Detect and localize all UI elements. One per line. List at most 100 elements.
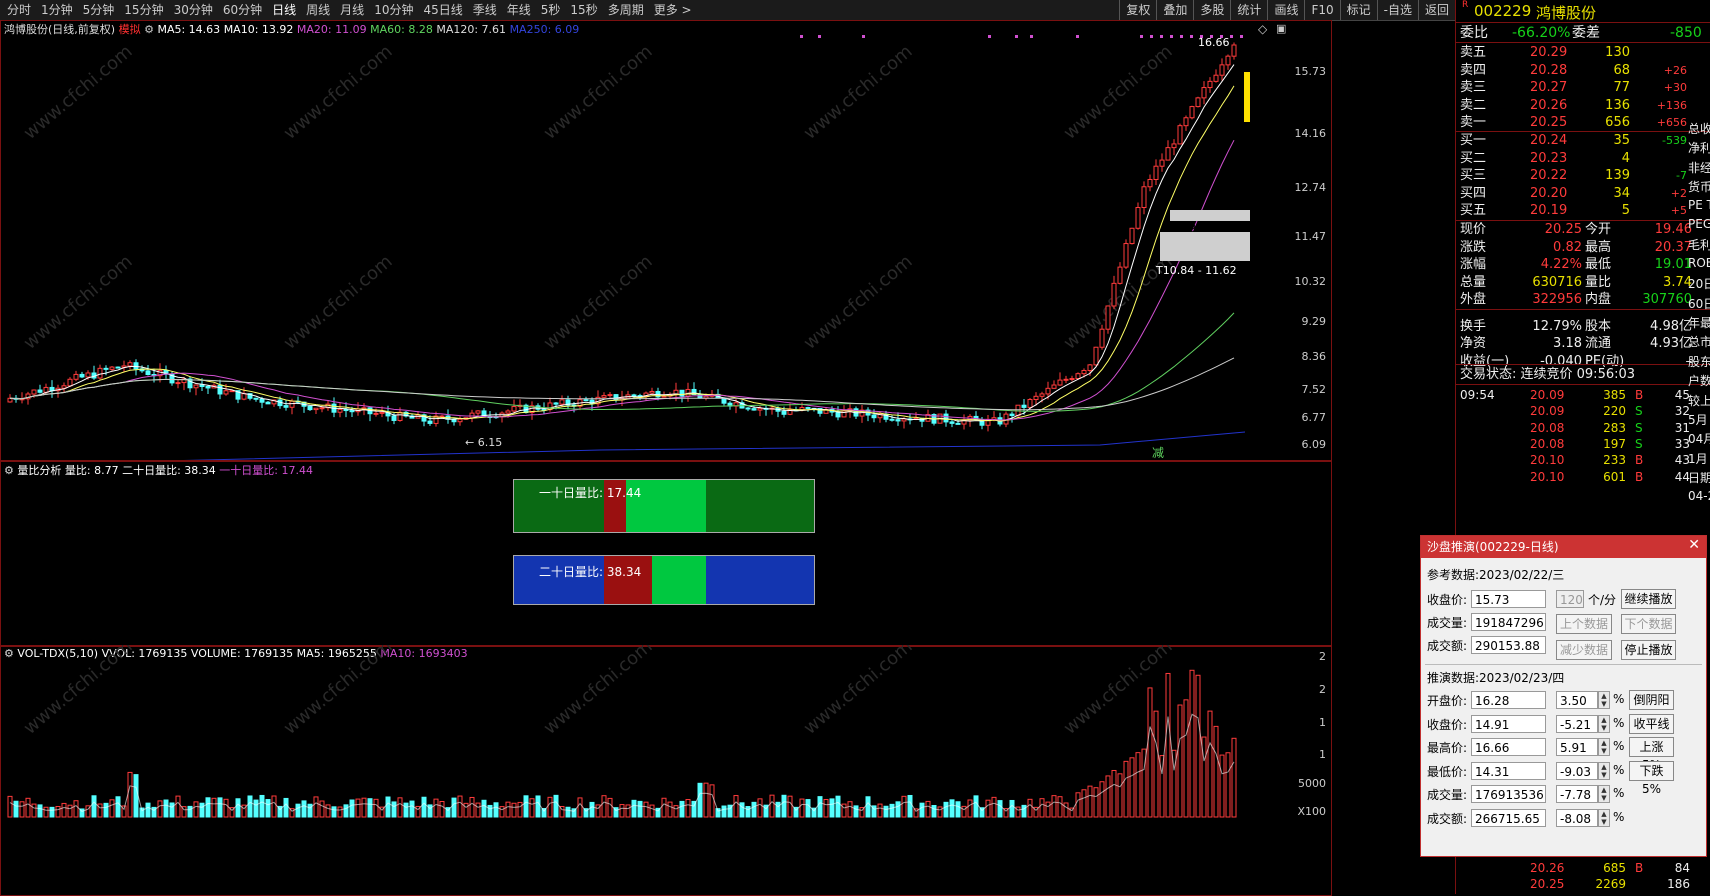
tab-period-12[interactable]: 年线 (502, 2, 536, 18)
tick-side: B (1635, 469, 1644, 484)
ref-close-field[interactable]: 15.73 (1471, 590, 1546, 608)
sim-action-button[interactable]: 倒阴阳 (1629, 690, 1674, 710)
stop-button[interactable]: 停止播放 (1621, 640, 1676, 660)
sim-value-field[interactable]: 16.28 (1471, 691, 1546, 709)
spin-stepper[interactable]: ▲ ▼ (1598, 785, 1610, 803)
tab-period-11[interactable]: 季线 (468, 2, 502, 18)
tab-period-0[interactable]: 分时 (2, 2, 36, 18)
volume-unit: X100 (1297, 805, 1326, 818)
tab-period-15[interactable]: 多周期 (603, 2, 649, 18)
sim-action-button[interactable]: 上涨5% (1629, 737, 1674, 772)
tab-period-5[interactable]: 60分钟 (218, 2, 267, 18)
tab-period-14[interactable]: 15秒 (565, 2, 602, 18)
continue-button[interactable]: 继续播放 (1621, 589, 1676, 609)
candle-body (1093, 346, 1099, 366)
tab-period-7[interactable]: 周线 (301, 2, 335, 18)
quote-header: R 002229 鸿博股份 (1456, 0, 1710, 23)
volume-bar (997, 800, 1003, 818)
tab-period-6[interactable]: 日线 (267, 2, 301, 18)
signal-dot (1030, 35, 1033, 38)
tick-volume: 197 (1603, 436, 1626, 451)
kline-chart[interactable]: www.cfchi.com www.cfchi.com www.cfchi.com w… (0, 20, 1330, 460)
candle-body (1153, 165, 1159, 180)
ref-vol-field[interactable]: 191847296 (1471, 613, 1546, 631)
tab-period-16[interactable]: 更多 > (649, 2, 697, 18)
tab-function-4[interactable]: 画线 (1267, 0, 1304, 20)
book-price: 20.24 (1530, 133, 1568, 148)
tab-period-10[interactable]: 45日线 (418, 2, 467, 18)
sim-value-field[interactable]: 16.66 (1471, 738, 1546, 756)
sim-pct-field[interactable]: -9.03 (1556, 761, 1598, 780)
sim-value-field[interactable]: 176913536 (1471, 785, 1546, 803)
watermark: www.cfchi.com (280, 41, 397, 144)
candle-body (79, 373, 85, 378)
volume-bar (757, 798, 763, 818)
sim-label: 推演数据: (1427, 671, 1480, 685)
tab-period-3[interactable]: 15分钟 (119, 2, 168, 18)
spin-stepper[interactable]: ▲ ▼ (1598, 714, 1610, 733)
tick-row: 20.08 283 S 31 (1460, 419, 1710, 437)
less-data-button[interactable]: 减少数据 (1556, 640, 1612, 660)
volume-bar (883, 805, 889, 818)
tick-count: 33 (1674, 436, 1690, 451)
tick-price: 20.25 (1530, 877, 1565, 891)
candle-body (1027, 399, 1033, 408)
signal-dot (1170, 35, 1173, 38)
book-label: 买三 (1460, 168, 1487, 183)
sim-pct-field[interactable]: 5.91 (1556, 738, 1598, 756)
spin-stepper[interactable]: ▲ ▼ (1598, 691, 1610, 709)
ma10-line (9, 85, 1235, 422)
spin-stepper[interactable]: ▲ ▼ (1598, 808, 1610, 827)
candle-body (1213, 74, 1219, 82)
ref-amt-field[interactable]: 290153.88 (1471, 636, 1546, 654)
sim-action-button[interactable]: 下跌5% (1629, 760, 1674, 796)
ratio-bar-20-label: 二十日量比: 38.34 (539, 565, 642, 579)
tab-function-8[interactable]: 返回 (1417, 0, 1455, 20)
tab-period-8[interactable]: 月线 (335, 2, 369, 18)
sim-pct-field[interactable]: 3.50 (1556, 691, 1598, 709)
volume-bar (265, 799, 271, 818)
candle-body (781, 410, 787, 415)
sim-pct-field[interactable]: -8.08 (1556, 808, 1598, 827)
volume-bar (901, 795, 907, 818)
tab-function-5[interactable]: F10 (1304, 0, 1339, 20)
tab-function-6[interactable]: 标记 (1339, 0, 1377, 20)
book-label: 买五 (1460, 203, 1487, 218)
weibi-value: -66.20% (1512, 25, 1571, 41)
gear-icon[interactable]: ⚙ (4, 464, 14, 477)
weicha-label: 委差 (1572, 25, 1600, 41)
book-label: 卖三 (1460, 80, 1487, 95)
candle-body (1159, 159, 1165, 167)
sim-pct-field[interactable]: -7.78 (1556, 785, 1598, 803)
book-label: 卖一 (1460, 115, 1487, 130)
close-icon[interactable]: ✕ (1688, 537, 1700, 553)
tab-function-7[interactable]: -自选 (1376, 0, 1418, 20)
candle-body (1177, 125, 1183, 145)
side-label: 1月 (1688, 451, 1708, 466)
next-data-button[interactable]: 下个数据 (1621, 614, 1676, 634)
sim-value-field[interactable]: 14.91 (1471, 714, 1546, 733)
sim-value-field[interactable]: 14.31 (1471, 761, 1546, 780)
tab-function-2[interactable]: 多股 (1193, 0, 1230, 20)
volume-bar (163, 799, 169, 818)
sim-action-button[interactable]: 收平线 (1629, 713, 1674, 734)
volume-bar (505, 801, 511, 818)
tab-period-4[interactable]: 30分钟 (169, 2, 218, 18)
tab-period-13[interactable]: 5秒 (536, 2, 566, 18)
book-change: -7 (1676, 169, 1687, 182)
tab-function-3[interactable]: 统计 (1230, 0, 1267, 20)
spin-stepper[interactable]: ▲ ▼ (1598, 738, 1610, 756)
volume-bar (439, 800, 445, 818)
tab-function-1[interactable]: 叠加 (1156, 0, 1193, 20)
tab-period-1[interactable]: 1分钟 (36, 2, 78, 18)
volume-chart[interactable]: www.cfchi.com www.cfchi.com www.cfchi.com w… (0, 645, 1330, 894)
sim-pct-field[interactable]: -5.21 (1556, 714, 1598, 733)
prev-data-button[interactable]: 上个数据 (1556, 614, 1612, 634)
tab-period-2[interactable]: 5分钟 (78, 2, 120, 18)
sim-value-field[interactable]: 266715.65 (1471, 808, 1546, 827)
tab-period-9[interactable]: 10分钟 (369, 2, 418, 18)
divider (1456, 384, 1710, 385)
tab-function-0[interactable]: 复权 (1119, 0, 1156, 20)
speed-field[interactable]: 120 (1556, 590, 1584, 608)
spin-stepper[interactable]: ▲ ▼ (1598, 761, 1610, 780)
